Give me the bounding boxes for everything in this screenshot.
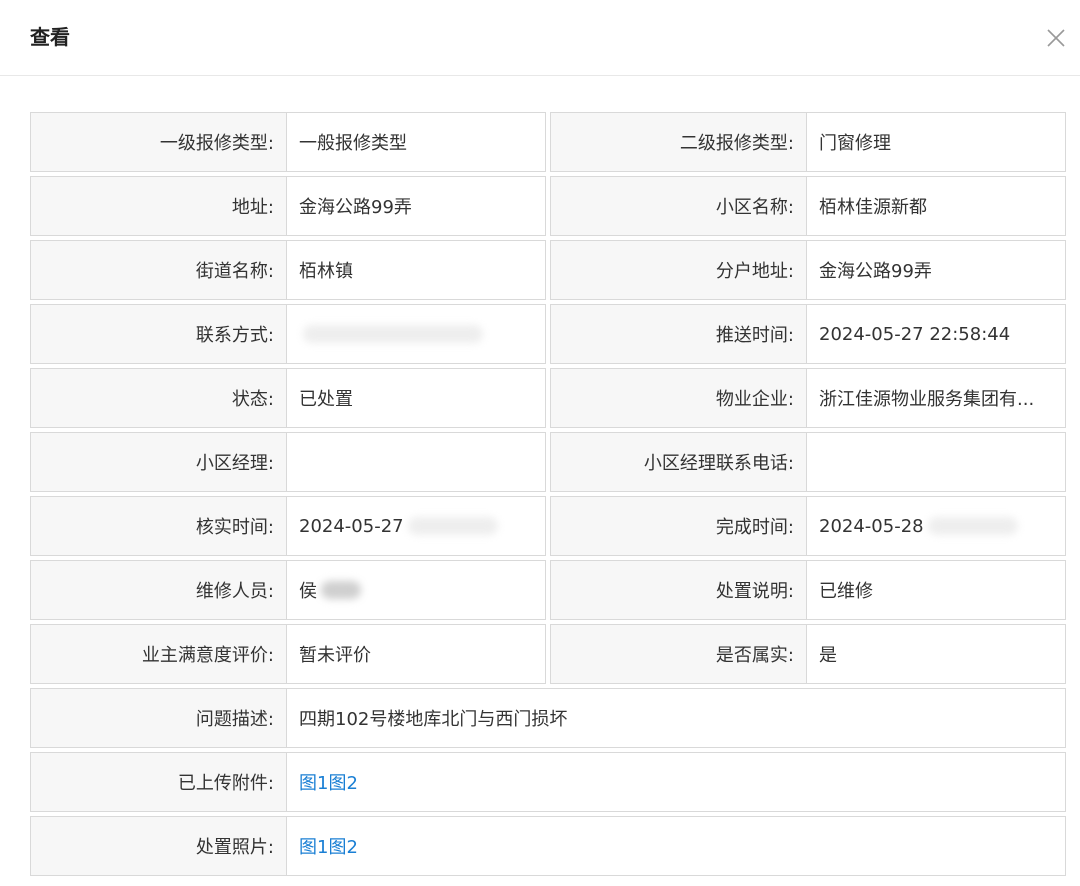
field-address: 地址: 金海公路99弄 <box>30 176 546 236</box>
field-is-true: 是否属实: 是 <box>550 624 1066 684</box>
photo-link[interactable]: 图1 <box>299 833 328 859</box>
field-value: 是 <box>807 624 1066 684</box>
detail-row: 业主满意度评价: 暂未评价 是否属实: 是 <box>30 624 1066 684</box>
field-manager-phone: 小区经理联系电话: <box>550 432 1066 492</box>
attachment-link[interactable]: 图2 <box>328 769 357 795</box>
detail-row: 状态: 已处置 物业企业: 浙江佳源物业服务集团有... <box>30 368 1066 428</box>
field-value: 图1 图2 <box>287 816 1066 876</box>
field-satisfaction: 业主满意度评价: 暂未评价 <box>30 624 546 684</box>
field-value <box>287 432 546 492</box>
field-verify-time: 核实时间: 2024-05-27 <box>30 496 546 556</box>
field-value: 2024-05-27 22:58:44 <box>807 304 1066 364</box>
field-attachments: 已上传附件: 图1 图2 <box>30 752 1066 812</box>
field-complete-time: 完成时间: 2024-05-28 <box>550 496 1066 556</box>
dialog-header: 查看 <box>0 0 1080 76</box>
field-label: 联系方式: <box>30 304 287 364</box>
redacted-mask <box>927 517 1018 535</box>
field-disposal-note: 处置说明: 已维修 <box>550 560 1066 620</box>
field-primary-type: 一级报修类型: 一般报修类型 <box>30 112 546 172</box>
field-value: 金海公路99弄 <box>287 176 546 236</box>
detail-row: 核实时间: 2024-05-27 完成时间: 2024-05-28 <box>30 496 1066 556</box>
field-property-company: 物业企业: 浙江佳源物业服务集团有... <box>550 368 1066 428</box>
field-label: 物业企业: <box>550 368 807 428</box>
detail-row: 已上传附件: 图1 图2 <box>30 752 1066 812</box>
field-problem-description: 问题描述: 四期102号楼地库北门与西门损坏 <box>30 688 1066 748</box>
field-label: 业主满意度评价: <box>30 624 287 684</box>
field-status: 状态: 已处置 <box>30 368 546 428</box>
field-label: 是否属实: <box>550 624 807 684</box>
redacted-mask <box>303 325 483 343</box>
field-value: 侯 <box>287 560 546 620</box>
field-value: 门窗修理 <box>807 112 1066 172</box>
field-label: 已上传附件: <box>30 752 287 812</box>
field-community-name: 小区名称: 栢林佳源新都 <box>550 176 1066 236</box>
field-value: 已维修 <box>807 560 1066 620</box>
field-label: 分户地址: <box>550 240 807 300</box>
detail-row: 小区经理: 小区经理联系电话: <box>30 432 1066 492</box>
field-push-time: 推送时间: 2024-05-27 22:58:44 <box>550 304 1066 364</box>
detail-row: 联系方式: 推送时间: 2024-05-27 22:58:44 <box>30 304 1066 364</box>
field-label: 二级报修类型: <box>550 112 807 172</box>
photo-link[interactable]: 图2 <box>328 833 357 859</box>
attachment-link[interactable]: 图1 <box>299 769 328 795</box>
field-value: 四期102号楼地库北门与西门损坏 <box>287 688 1066 748</box>
field-label: 核实时间: <box>30 496 287 556</box>
field-label: 处置说明: <box>550 560 807 620</box>
redacted-mask <box>407 517 498 535</box>
field-value: 2024-05-28 <box>807 496 1066 556</box>
dialog-title: 查看 <box>30 25 70 49</box>
field-label: 地址: <box>30 176 287 236</box>
field-disposal-photos: 处置照片: 图1 图2 <box>30 816 1066 876</box>
field-value: 2024-05-27 <box>287 496 546 556</box>
redacted-mask <box>321 581 361 599</box>
close-icon[interactable] <box>1042 24 1070 52</box>
field-value: 已处置 <box>287 368 546 428</box>
field-label: 街道名称: <box>30 240 287 300</box>
field-household-address: 分户地址: 金海公路99弄 <box>550 240 1066 300</box>
field-value: 一般报修类型 <box>287 112 546 172</box>
field-secondary-type: 二级报修类型: 门窗修理 <box>550 112 1066 172</box>
field-value: 浙江佳源物业服务集团有... <box>807 368 1066 428</box>
field-value <box>807 432 1066 492</box>
field-label: 一级报修类型: <box>30 112 287 172</box>
detail-row: 问题描述: 四期102号楼地库北门与西门损坏 <box>30 688 1066 748</box>
field-label: 处置照片: <box>30 816 287 876</box>
field-label: 小区名称: <box>550 176 807 236</box>
field-label: 问题描述: <box>30 688 287 748</box>
detail-grid: 一级报修类型: 一般报修类型 二级报修类型: 门窗修理 地址: 金海公路99弄 … <box>30 112 1066 880</box>
field-value: 栢林镇 <box>287 240 546 300</box>
field-label: 小区经理: <box>30 432 287 492</box>
field-label: 维修人员: <box>30 560 287 620</box>
field-contact: 联系方式: <box>30 304 546 364</box>
field-value: 栢林佳源新都 <box>807 176 1066 236</box>
field-label: 完成时间: <box>550 496 807 556</box>
field-value: 图1 图2 <box>287 752 1066 812</box>
field-value <box>287 304 546 364</box>
detail-row: 处置照片: 图1 图2 <box>30 816 1066 876</box>
field-value: 金海公路99弄 <box>807 240 1066 300</box>
field-label: 小区经理联系电话: <box>550 432 807 492</box>
field-value: 暂未评价 <box>287 624 546 684</box>
field-street-name: 街道名称: 栢林镇 <box>30 240 546 300</box>
detail-row: 维修人员: 侯 处置说明: 已维修 <box>30 560 1066 620</box>
detail-row: 一级报修类型: 一般报修类型 二级报修类型: 门窗修理 <box>30 112 1066 172</box>
detail-row: 街道名称: 栢林镇 分户地址: 金海公路99弄 <box>30 240 1066 300</box>
detail-row: 地址: 金海公路99弄 小区名称: 栢林佳源新都 <box>30 176 1066 236</box>
field-label: 状态: <box>30 368 287 428</box>
field-label: 推送时间: <box>550 304 807 364</box>
field-community-manager: 小区经理: <box>30 432 546 492</box>
field-repair-staff: 维修人员: 侯 <box>30 560 546 620</box>
